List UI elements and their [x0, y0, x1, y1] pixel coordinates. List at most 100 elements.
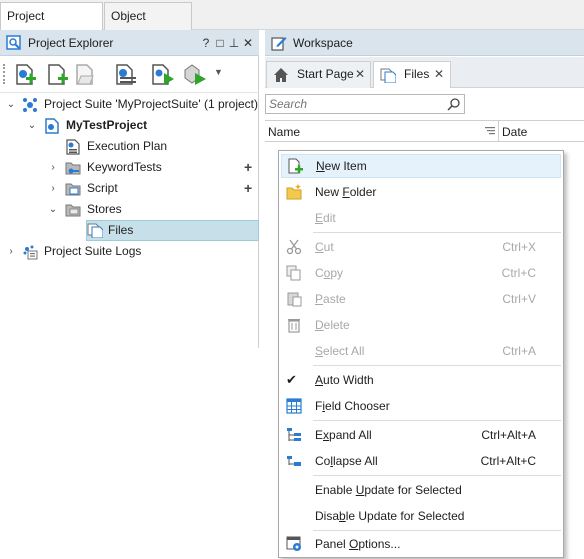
tab-project-workspace[interactable]: Project Workspace — [0, 2, 103, 49]
menu-item-new-folder[interactable]: New Folder — [281, 180, 561, 204]
menu-accelerator: F — [342, 185, 350, 199]
tree-item-script[interactable]: › Script + — [0, 178, 259, 199]
context-menu: New Item New Folder Edit Cut Ctrl+X Copy… — [278, 150, 564, 558]
menu-item-expand-all[interactable]: Expand All Ctrl+Alt+A — [281, 423, 561, 447]
column-header-name[interactable]: Name — [268, 125, 300, 139]
tab-object-browser[interactable]: Object Browser — [104, 2, 192, 49]
add-project-icon[interactable] — [12, 62, 38, 88]
home-icon — [274, 68, 288, 82]
delete-icon — [288, 319, 300, 333]
collapse-arrow-icon[interactable]: ⌄ — [27, 115, 37, 136]
tree-label: Project Suite 'MyProjectSuite' (1 projec… — [44, 97, 258, 111]
menu-separator — [313, 232, 561, 233]
cut-icon — [286, 239, 302, 255]
menu-accelerator: N — [316, 159, 325, 173]
files-icon — [380, 68, 396, 83]
tree-item-project-suite[interactable]: ⌄ Project Suite 'MyProjectSuite' (1 proj… — [0, 94, 259, 115]
menu-shortcut: Ctrl+Alt+A — [481, 428, 536, 442]
expand-arrow-icon[interactable]: › — [48, 178, 58, 199]
expand-all-icon — [287, 428, 301, 441]
add-item-icon[interactable] — [44, 62, 70, 88]
pin-icon[interactable]: ⊥ — [228, 35, 240, 51]
execution-plan-icon — [66, 139, 80, 155]
menu-shortcut: Ctrl+X — [502, 240, 536, 254]
tree-item-stores[interactable]: ⌄ Stores — [0, 199, 259, 220]
menu-item-cut[interactable]: Cut Ctrl+X — [281, 235, 561, 259]
tree-label: Stores — [87, 202, 122, 216]
menu-label: py — [330, 266, 344, 280]
menu-label: elete — [323, 318, 350, 332]
help-icon[interactable]: ? — [200, 35, 212, 51]
menu-accelerator: C — [315, 240, 324, 254]
tab-label: Start Page — [297, 67, 354, 81]
menu-shortcut: Ctrl+V — [502, 292, 536, 306]
menu-label: dit — [323, 211, 336, 225]
top-tab-strip: Project Workspace Object Browser — [0, 0, 584, 49]
close-icon[interactable]: ✕ — [242, 35, 254, 51]
search-icon[interactable] — [447, 97, 461, 111]
expand-arrow-icon[interactable]: › — [6, 241, 16, 262]
script-folder-icon — [65, 183, 81, 196]
menu-label: ptions... — [358, 537, 401, 551]
collapse-arrow-icon[interactable]: ⌄ — [48, 199, 58, 220]
expand-arrow-icon[interactable]: › — [48, 157, 58, 178]
stores-folder-icon — [65, 204, 81, 217]
search-input[interactable] — [266, 95, 444, 113]
menu-item-auto-width[interactable]: ✔ Auto Width — [281, 368, 561, 392]
explorer-toolbar: ▼ — [0, 57, 259, 93]
collapse-arrow-icon[interactable]: ⌄ — [6, 94, 16, 115]
menu-item-new-item[interactable]: New Item — [281, 154, 561, 178]
project-icon — [45, 118, 59, 134]
document-tabs: Start Page ✕ Files ✕ — [265, 57, 584, 88]
close-icon[interactable]: ✕ — [355, 62, 365, 87]
tab-label: Files — [404, 67, 430, 81]
menu-item-delete[interactable]: Delete — [281, 313, 561, 337]
menu-accelerator: O — [349, 537, 359, 551]
toolbar-grip[interactable] — [3, 64, 5, 84]
maximize-icon[interactable]: □ — [214, 35, 226, 51]
tree-label: KeywordTests — [87, 160, 162, 174]
dropdown-arrow-icon[interactable]: ▼ — [214, 67, 223, 77]
tree-item-suite-logs[interactable]: › Project Suite Logs — [0, 241, 259, 262]
search-field[interactable] — [265, 94, 465, 114]
column-separator[interactable] — [498, 121, 499, 141]
menu-item-enable-update[interactable]: Enable Update for Selected — [281, 478, 561, 502]
menu-item-field-chooser[interactable]: Field Chooser — [281, 394, 561, 418]
project-explorer-panel: Project Explorer ? □ ⊥ ✕ ▼ ⌄ Project Sui… — [0, 30, 259, 348]
tree-item-project[interactable]: ⌄ MyTestProject — [0, 115, 259, 136]
add-script-button[interactable]: + — [244, 178, 252, 199]
menu-accelerator: A — [315, 373, 324, 387]
panel-title: Project Explorer — [28, 36, 114, 50]
tree-item-execution-plan[interactable]: Execution Plan — [0, 136, 259, 157]
menu-item-panel-options[interactable]: Panel Options... — [281, 532, 561, 556]
tree-item-files[interactable]: Files — [86, 220, 259, 241]
menu-item-paste[interactable]: Paste Ctrl+V — [281, 287, 561, 311]
menu-label: le Update for Selected — [345, 509, 465, 523]
tab-files[interactable]: Files ✕ — [373, 61, 451, 88]
add-existing-item-icon[interactable] — [72, 62, 98, 88]
menu-item-edit[interactable]: Edit — [281, 206, 561, 230]
close-icon[interactable]: ✕ — [434, 62, 444, 87]
tree-item-keyword-tests[interactable]: › KeywordTests + — [0, 157, 259, 178]
sort-icon[interactable] — [485, 127, 495, 136]
menu-item-collapse-all[interactable]: Collapse All Ctrl+Alt+C — [281, 449, 561, 473]
menu-label: aste — [323, 292, 346, 306]
add-keyword-test-button[interactable]: + — [244, 157, 252, 178]
menu-item-copy[interactable]: Copy Ctrl+C — [281, 261, 561, 285]
menu-label: Disa — [315, 509, 340, 523]
menu-item-disable-update[interactable]: Disable Update for Selected — [281, 504, 561, 528]
run-selected-icon[interactable] — [182, 62, 208, 88]
tree-label: Files — [108, 223, 134, 237]
menu-item-select-all[interactable]: Select All Ctrl+A — [281, 339, 561, 363]
menu-label: eld Chooser — [325, 399, 390, 413]
run-project-icon[interactable] — [150, 62, 176, 88]
column-header-date[interactable]: Date — [502, 125, 527, 139]
project-suite-icon — [23, 98, 37, 112]
collapse-all-icon — [287, 456, 301, 466]
tab-start-page[interactable]: Start Page ✕ — [266, 61, 371, 88]
menu-label: pdate for Selected — [364, 483, 462, 497]
menu-accelerator: E — [315, 211, 324, 225]
project-properties-icon[interactable] — [112, 62, 138, 88]
menu-separator — [313, 530, 561, 531]
tree-label: MyTestProject — [66, 118, 148, 132]
